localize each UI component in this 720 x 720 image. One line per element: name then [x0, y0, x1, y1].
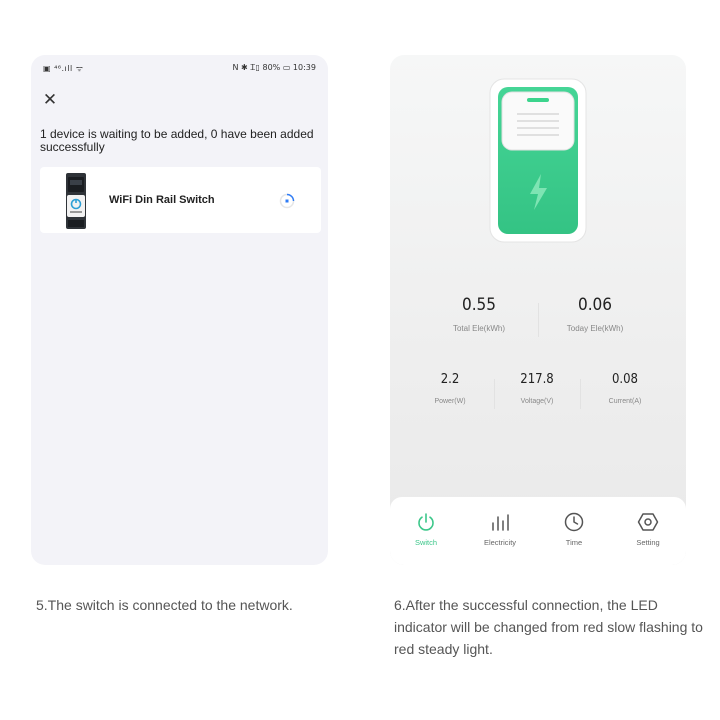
step-5-caption: 5.The switch is connected to the network… [36, 597, 293, 613]
bottom-tab-bar: Switch Electricity Time Setting [390, 497, 686, 565]
step-6-caption: 6.After the successful connection, the L… [394, 597, 703, 657]
bar-chart-icon [492, 514, 509, 531]
current-label: Current(A) [608, 398, 642, 405]
total-energy-stat: 0.55 Total Ele(kWh) [434, 295, 524, 333]
device-name: WiFi Din Rail Switch [109, 194, 215, 206]
voltage-stat: 217.8 Voltage(V) [502, 372, 572, 405]
power-stat: 2.2 Power(W) [415, 372, 485, 405]
status-bar: ▣ ⁴⁶.ıll ᯤ N ✱ Ꮖ▯ 80% ▭ 10:39 [31, 55, 328, 81]
tab-setting-label: Setting [636, 538, 660, 547]
voltage-label: Voltage(V) [520, 398, 554, 405]
waiting-message: 1 device is waiting to be added, 0 have … [40, 127, 314, 154]
today-energy-value: 0.06 [577, 295, 613, 315]
power-icon [418, 513, 434, 531]
tab-time-label: Time [565, 538, 583, 547]
tab-switch-label: Switch [414, 538, 438, 547]
stat-divider [580, 379, 581, 409]
status-bar-right: N ✱ Ꮖ▯ 80% ▭ 10:39 [232, 63, 316, 72]
total-energy-value: 0.55 [461, 295, 497, 315]
voltage-value: 217.8 [520, 372, 554, 387]
tab-time[interactable]: Time [539, 511, 609, 547]
total-energy-label: Total Ele(kWh) [452, 324, 505, 333]
device-control-screen: 0.55 Total Ele(kWh) 0.06 Today Ele(kWh) … [390, 55, 686, 565]
current-stat: 0.08 Current(A) [590, 372, 660, 405]
din-rail-switch-image [66, 173, 86, 229]
current-value: 0.08 [611, 372, 639, 387]
tab-electricity-label: Electricity [483, 538, 517, 547]
close-icon[interactable]: ✕ [41, 91, 59, 109]
today-energy-label: Today Ele(kWh) [566, 324, 624, 333]
tab-switch[interactable]: Switch [391, 511, 461, 547]
today-energy-stat: 0.06 Today Ele(kWh) [550, 295, 640, 333]
settings-icon [637, 513, 659, 531]
device-list-item[interactable]: WiFi Din Rail Switch [40, 167, 321, 233]
pairing-screen: ▣ ⁴⁶.ıll ᯤ N ✱ Ꮖ▯ 80% ▭ 10:39 ✕ 1 device… [31, 55, 328, 565]
power-value: 2.2 [440, 372, 460, 387]
switch-device-icon[interactable] [489, 78, 587, 243]
stat-divider [494, 379, 495, 409]
status-bar-left: ▣ ⁴⁶.ıll ᯤ [43, 64, 84, 73]
stat-divider [538, 303, 539, 337]
loading-spinner-icon [279, 193, 295, 209]
tab-electricity[interactable]: Electricity [465, 511, 535, 547]
tab-setting[interactable]: Setting [613, 511, 683, 547]
power-label: Power(W) [434, 398, 466, 405]
clock-icon [564, 512, 584, 532]
